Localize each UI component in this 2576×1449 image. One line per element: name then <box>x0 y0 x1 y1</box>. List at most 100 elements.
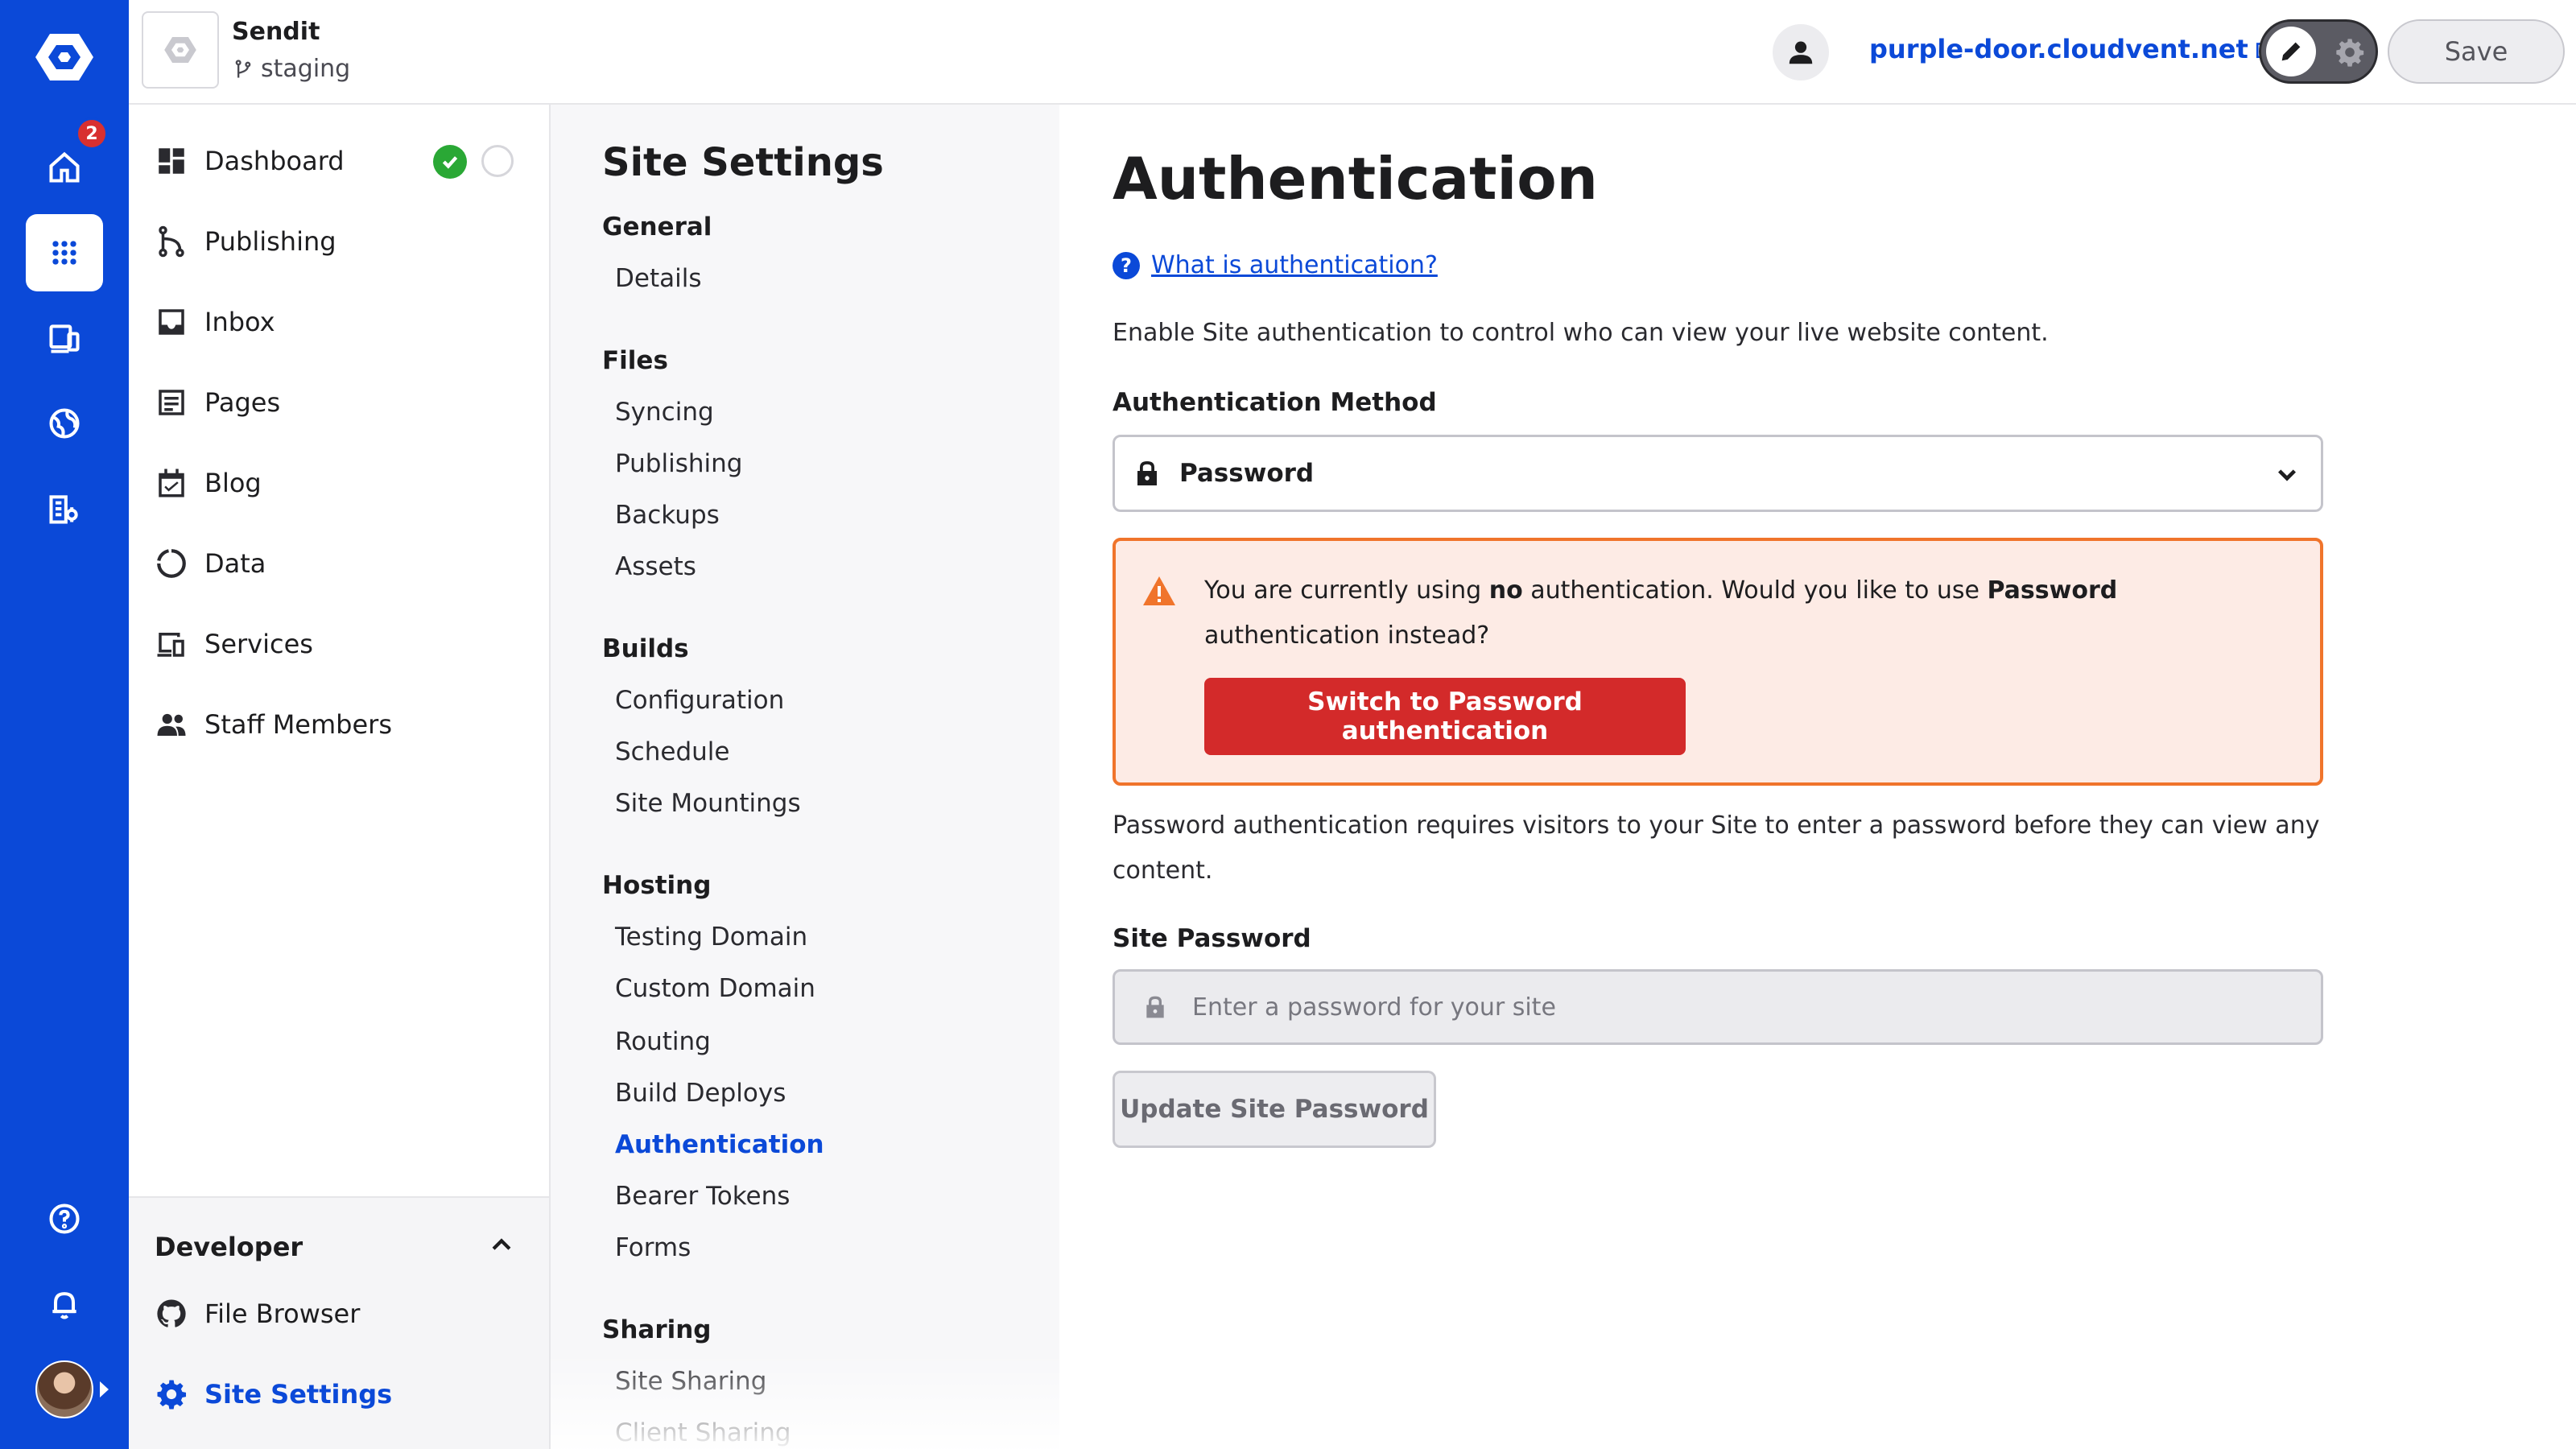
help-link-text: What is authentication? <box>1151 251 1438 279</box>
devices-icon <box>49 324 80 353</box>
home-icon <box>49 151 80 183</box>
top-bar: Sendit staging purple-door.cloudvent.net… <box>129 0 2576 105</box>
nav-item-services[interactable]: Services <box>155 620 313 668</box>
settings-link-site-mountings[interactable]: Site Mountings <box>615 789 801 818</box>
rail-globe-button[interactable] <box>26 385 103 462</box>
settings-link-forms[interactable]: Forms <box>615 1233 691 1262</box>
nav-item-publishing[interactable]: Publishing <box>155 217 336 266</box>
nav-item-blog[interactable]: Blog <box>155 459 262 507</box>
site-name[interactable]: Sendit <box>232 18 320 46</box>
calendar-check-icon <box>159 469 184 497</box>
no-auth-warning: You are currently using no authenticatio… <box>1113 538 2323 786</box>
bell-icon <box>52 1292 76 1319</box>
settings-link-routing[interactable]: Routing <box>615 1027 711 1056</box>
settings-link-client-sharing[interactable]: Client Sharing <box>615 1418 791 1447</box>
building-settings-icon <box>49 495 78 524</box>
nav-item-label: Staff Members <box>204 709 392 740</box>
settings-link-bearer-tokens[interactable]: Bearer Tokens <box>615 1182 790 1211</box>
switch-to-password-button[interactable]: Switch to Password authentication <box>1204 678 1686 755</box>
app-rail: 2 <box>0 0 129 1449</box>
edit-mode-knob <box>2266 27 2316 76</box>
settings-link-schedule[interactable]: Schedule <box>615 737 729 766</box>
rail-notifications-button[interactable] <box>26 1265 103 1343</box>
nav-item-label: Data <box>204 548 266 579</box>
chevron-down-icon <box>2278 469 2296 481</box>
account-button[interactable] <box>1773 24 1829 80</box>
site-domain-link[interactable]: purple-door.cloudvent.net <box>1869 34 2276 64</box>
dashboard-status <box>433 145 514 179</box>
site-thumbnail[interactable] <box>142 11 219 89</box>
rail-apps-button[interactable] <box>26 214 103 291</box>
save-button[interactable]: Save <box>2388 19 2565 84</box>
app-logo[interactable] <box>32 29 97 85</box>
nav-item-label: Inbox <box>204 307 275 337</box>
avatar-menu-caret-icon[interactable] <box>100 1381 109 1397</box>
grid-icon <box>52 241 76 265</box>
settings-group-general: General <box>602 213 712 242</box>
warning-text: You are currently using no authenticatio… <box>1204 576 2118 650</box>
notification-badge: 2 <box>76 118 108 150</box>
settings-link-configuration[interactable]: Configuration <box>615 686 784 715</box>
nav-item-staff-members[interactable]: Staff Members <box>155 700 392 749</box>
nav-item-dashboard[interactable]: Dashboard <box>155 137 345 185</box>
pencil-icon <box>2281 42 2301 61</box>
lock-icon <box>1137 461 1157 485</box>
settings-link-custom-domain[interactable]: Custom Domain <box>615 974 815 1003</box>
site-password-field[interactable] <box>1113 969 2323 1045</box>
settings-link-details[interactable]: Details <box>615 264 701 293</box>
auth-method-label: Authentication Method <box>1113 388 1437 417</box>
settings-link-backups[interactable]: Backups <box>615 501 720 530</box>
help-icon <box>49 1203 80 1234</box>
nav-item-pages[interactable]: Pages <box>155 378 280 427</box>
user-avatar[interactable] <box>35 1360 93 1418</box>
settings-nav-title: Site Settings <box>602 140 884 185</box>
nav-item-label: Pages <box>204 387 281 418</box>
nav-item-file-browser[interactable]: File Browser <box>155 1290 360 1338</box>
settings-link-site-sharing[interactable]: Site Sharing <box>615 1367 766 1396</box>
github-icon <box>157 1299 186 1327</box>
rail-help-button[interactable] <box>26 1180 103 1257</box>
update-site-password-button[interactable]: Update Site Password <box>1113 1071 1436 1148</box>
settings-link-authentication[interactable]: Authentication <box>615 1130 824 1159</box>
password-auth-description: Password authentication requires visitor… <box>1113 811 2320 885</box>
developer-section-title[interactable]: Developer <box>155 1232 303 1262</box>
person-icon <box>1789 41 1813 64</box>
nav-item-label: Dashboard <box>204 146 345 176</box>
edit-mode-toggle[interactable] <box>2259 19 2378 84</box>
rail-organization-button[interactable] <box>26 470 103 547</box>
nav-item-data[interactable]: Data <box>155 539 266 588</box>
site-placeholder-icon <box>164 37 196 63</box>
logo-icon <box>35 34 93 80</box>
settings-link-publishing[interactable]: Publishing <box>615 449 742 478</box>
settings-group-files: Files <box>602 346 668 375</box>
site-navigation: Dashboard Publishing Inbox Pages Blog Da… <box>129 105 551 1449</box>
publishing-icon <box>159 225 184 258</box>
data-icon <box>157 549 186 578</box>
settings-link-syncing[interactable]: Syncing <box>615 398 714 427</box>
auth-method-select[interactable]: Password <box>1113 435 2323 512</box>
gear-icon <box>2336 39 2364 67</box>
settings-link-build-deploys[interactable]: Build Deploys <box>615 1079 786 1108</box>
developer-section: Developer File Browser Site Settings <box>129 1196 549 1449</box>
site-branch[interactable]: staging <box>232 55 350 83</box>
lock-icon <box>1146 996 1164 1018</box>
settings-link-assets[interactable]: Assets <box>615 552 696 581</box>
rail-home-button[interactable]: 2 <box>26 118 108 206</box>
question-icon: ? <box>1113 251 1140 279</box>
page-title: Authentication <box>1113 145 1598 213</box>
inbox-icon <box>159 309 184 335</box>
rail-devices-button[interactable] <box>26 299 103 377</box>
branch-icon <box>235 59 251 77</box>
site-password-label: Site Password <box>1113 924 1311 953</box>
help-link[interactable]: ? What is authentication? <box>1113 251 1438 279</box>
site-password-input[interactable] <box>1192 993 2303 1022</box>
domain-text: purple-door.cloudvent.net <box>1869 34 2248 64</box>
dashboard-icon <box>159 148 184 174</box>
nav-item-label: File Browser <box>204 1298 361 1329</box>
authentication-settings: Authentication ? What is authentication?… <box>1059 105 2576 1449</box>
nav-item-site-settings[interactable]: Site Settings <box>155 1370 392 1418</box>
settings-navigation: Site Settings General Details Files Sync… <box>551 105 1059 1449</box>
collapse-chevron-up-icon[interactable] <box>488 1232 515 1259</box>
settings-link-testing-domain[interactable]: Testing Domain <box>615 923 807 952</box>
nav-item-inbox[interactable]: Inbox <box>155 298 275 346</box>
